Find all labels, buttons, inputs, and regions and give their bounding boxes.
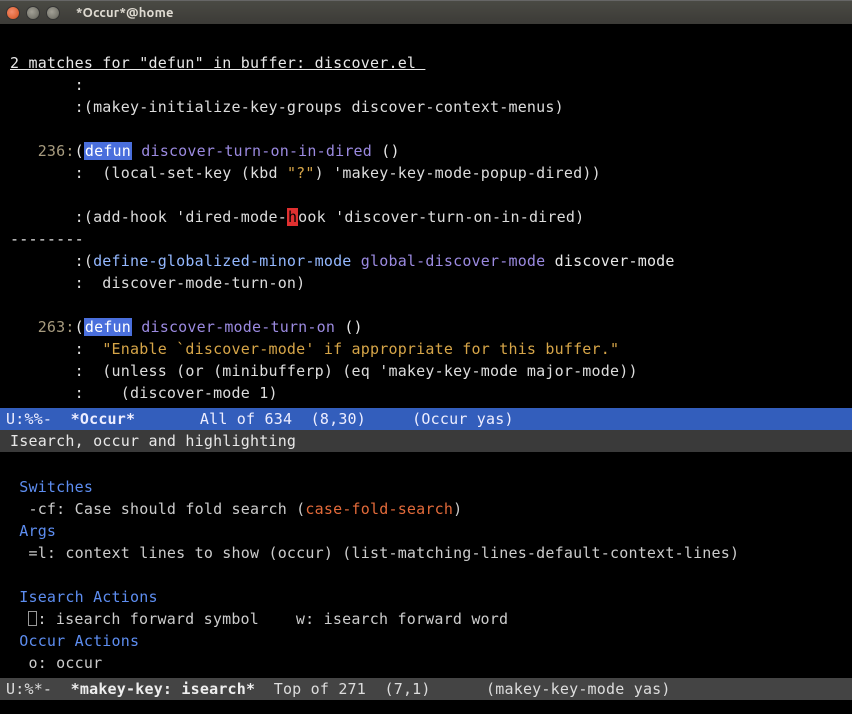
text: discover-mode bbox=[545, 252, 674, 270]
occur-line: : bbox=[10, 340, 102, 358]
modeline-status: U:%*- bbox=[6, 680, 71, 698]
buffer-name: *makey-key: isearch* bbox=[71, 680, 256, 698]
occur-line: : (discover-mode 1) bbox=[10, 384, 278, 402]
window-title: *Occur*@home bbox=[76, 6, 846, 20]
occur-line: : discover-mode-turn-on) bbox=[10, 274, 305, 292]
modeline-info: All of 634 (8,30) (Occur yas) bbox=[135, 410, 513, 428]
help-title: Isearch, occur and highlighting bbox=[0, 430, 852, 452]
occur-buffer[interactable]: 2 matches for "defun" in buffer: discove… bbox=[0, 24, 852, 408]
maximize-icon[interactable] bbox=[46, 6, 60, 20]
modeline-status: U:%%- bbox=[6, 410, 71, 428]
section-occur-actions: Occur Actions bbox=[10, 632, 139, 650]
paren: () bbox=[335, 318, 363, 336]
match-highlight: defun bbox=[84, 318, 132, 336]
occur-line: : (local-set-key (kbd bbox=[10, 164, 287, 182]
paren: () bbox=[372, 142, 400, 160]
modeline-info: Top of 271 (7,1) (makey-key-mode yas) bbox=[255, 680, 670, 698]
section-switches: Switches bbox=[10, 478, 93, 496]
docstring: "Enable `discover-mode' if appropriate f… bbox=[102, 340, 619, 358]
help-line: o: occur bbox=[10, 654, 102, 672]
close-icon[interactable] bbox=[6, 6, 20, 20]
occur-line: :(add-hook 'dired-mode- bbox=[10, 208, 287, 226]
modeline-occur: U:%%- *Occur* All of 634 (8,30) (Occur y… bbox=[0, 408, 852, 430]
mode-name: global-discover-mode bbox=[352, 252, 546, 270]
occur-header: 2 matches for "defun" in buffer: discove… bbox=[10, 54, 425, 72]
line-number: 236: bbox=[10, 142, 75, 160]
occur-line: ) 'makey-key-mode-popup-dired)) bbox=[315, 164, 601, 182]
occur-separator: -------- bbox=[10, 230, 84, 248]
minimize-icon[interactable] bbox=[26, 6, 40, 20]
string-literal: "?" bbox=[287, 164, 315, 182]
occur-line: :(makey-initialize-key-groups discover-c… bbox=[10, 98, 564, 116]
occur-line: : bbox=[10, 76, 84, 94]
help-buffer[interactable]: Switches -cf: Case should fold search (c… bbox=[0, 452, 852, 678]
line-number: 263: bbox=[10, 318, 75, 336]
function-name: discover-mode-turn-on bbox=[132, 318, 335, 336]
help-line: =l: context lines to show (occur) (list-… bbox=[10, 544, 739, 562]
function-name: discover-turn-on-in-dired bbox=[132, 142, 372, 160]
occur-line: ook 'discover-turn-on-in-dired) bbox=[298, 208, 584, 226]
section-isearch-actions: Isearch Actions bbox=[10, 588, 158, 606]
occur-line: : (unless (or (minibufferp) (eq 'makey-k… bbox=[10, 362, 638, 380]
section-args: Args bbox=[10, 522, 56, 540]
keyword: define-globalized-minor-mode bbox=[93, 252, 351, 270]
help-line: ) bbox=[453, 500, 462, 518]
option-name: case-fold-search bbox=[305, 500, 453, 518]
window-titlebar: *Occur*@home bbox=[0, 0, 852, 24]
buffer-name: *Occur* bbox=[71, 410, 136, 428]
help-line bbox=[10, 610, 28, 628]
text-cursor: h bbox=[287, 208, 298, 226]
minibuffer[interactable] bbox=[0, 700, 852, 714]
help-line: : isearch forward symbol w: isearch forw… bbox=[37, 610, 508, 628]
help-line: -cf: Case should fold search ( bbox=[10, 500, 305, 518]
modeline-makey: U:%*- *makey-key: isearch* Top of 271 (7… bbox=[0, 678, 852, 700]
occur-line: :( bbox=[10, 252, 93, 270]
match-highlight: defun bbox=[84, 142, 132, 160]
